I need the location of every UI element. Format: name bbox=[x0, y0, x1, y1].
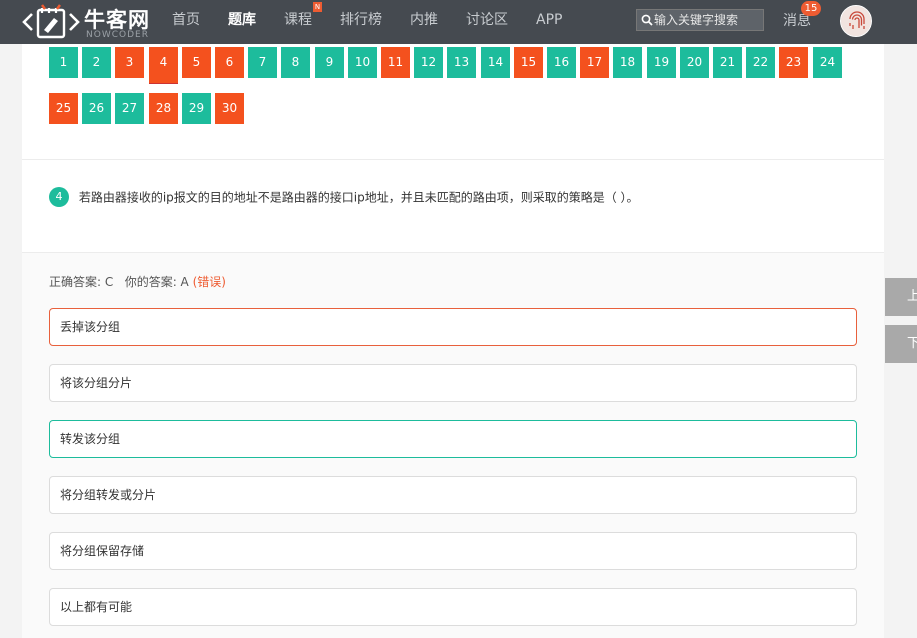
question-number-3[interactable]: 3 bbox=[115, 47, 144, 78]
logo-subtext: NOWCODER bbox=[86, 30, 149, 40]
question-number-26[interactable]: 26 bbox=[82, 93, 111, 124]
nav-referral[interactable]: 内推 bbox=[410, 0, 438, 44]
nav-home[interactable]: 首页 bbox=[172, 0, 200, 44]
avatar[interactable] bbox=[840, 5, 872, 37]
question-number-21[interactable]: 21 bbox=[713, 47, 742, 78]
question-number-27[interactable]: 27 bbox=[115, 93, 144, 124]
question-number-11[interactable]: 11 bbox=[381, 47, 410, 78]
result-status: (错误) bbox=[192, 275, 226, 289]
question-number-28[interactable]: 28 bbox=[149, 93, 178, 124]
question-number-22[interactable]: 22 bbox=[746, 47, 775, 78]
fingerprint-avatar-icon bbox=[841, 6, 871, 36]
question-number-24[interactable]: 24 bbox=[813, 47, 842, 78]
prev-question-button[interactable]: 上 bbox=[885, 278, 917, 316]
correct-answer-label: 正确答案: C bbox=[49, 275, 114, 289]
question-number-9[interactable]: 9 bbox=[315, 47, 344, 78]
question-number-17[interactable]: 17 bbox=[580, 47, 609, 78]
your-answer-label: 你的答案: A bbox=[124, 275, 189, 289]
question-number-23[interactable]: 23 bbox=[779, 47, 808, 78]
question-number-badge: 4 bbox=[49, 187, 69, 207]
nav-question-bank[interactable]: 题库 bbox=[228, 0, 256, 44]
option-f[interactable]: 以上都有可能 bbox=[49, 588, 857, 626]
divider bbox=[22, 159, 884, 160]
nav-ranking[interactable]: 排行榜 bbox=[340, 0, 382, 44]
answer-panel: 正确答案: C 你的答案: A (错误) 丢掉该分组 将该分组分片 转发该分组 … bbox=[22, 252, 884, 638]
site-logo[interactable]: 牛客网 NOWCODER bbox=[22, 2, 162, 42]
question-number-4[interactable]: 4 bbox=[149, 47, 178, 83]
question-text: 若路由器接收的ip报文的目的地址不是路由器的接口ip地址，并且未匹配的路由项，则… bbox=[78, 190, 639, 205]
question-number-7[interactable]: 7 bbox=[248, 47, 277, 78]
main-nav: 首页 题库 课程 N 排行榜 内推 讨论区 APP bbox=[172, 0, 590, 44]
new-badge: N bbox=[313, 2, 322, 12]
search-box[interactable] bbox=[636, 9, 764, 31]
messages-count-badge: 15 bbox=[801, 1, 821, 16]
option-b[interactable]: 将该分组分片 bbox=[49, 364, 857, 402]
question-number-15[interactable]: 15 bbox=[514, 47, 543, 78]
nav-courses-label: 课程 bbox=[284, 12, 312, 28]
question-number-6[interactable]: 6 bbox=[215, 47, 244, 78]
question-number-5[interactable]: 5 bbox=[182, 47, 211, 78]
option-d[interactable]: 将分组转发或分片 bbox=[49, 476, 857, 514]
nav-app[interactable]: APP bbox=[536, 0, 562, 44]
question-card: 1 2 3 4 5 6 7 8 9 10 11 12 13 14 15 16 17 18 19 20 21 22 23 24 2… bbox=[22, 44, 884, 638]
question-number-19[interactable]: 19 bbox=[647, 47, 676, 78]
question-number-18[interactable]: 18 bbox=[613, 47, 642, 78]
nav-courses[interactable]: 课程 N bbox=[284, 0, 322, 44]
question-number-10[interactable]: 10 bbox=[348, 47, 377, 78]
search-icon[interactable] bbox=[641, 14, 653, 26]
nav-discussion[interactable]: 讨论区 bbox=[466, 0, 508, 44]
option-e[interactable]: 将分组保留存储 bbox=[49, 532, 857, 570]
question-number-25[interactable]: 25 bbox=[49, 93, 78, 124]
question-number-14[interactable]: 14 bbox=[481, 47, 510, 78]
question-number-20[interactable]: 20 bbox=[680, 47, 709, 78]
option-a[interactable]: 丢掉该分组 bbox=[49, 308, 857, 346]
search-input[interactable] bbox=[654, 11, 762, 29]
question-number-2[interactable]: 2 bbox=[82, 47, 111, 78]
question-number-1[interactable]: 1 bbox=[49, 47, 78, 78]
answer-summary: 正确答案: C 你的答案: A (错误) bbox=[49, 273, 226, 290]
question-number-16[interactable]: 16 bbox=[547, 47, 576, 78]
question-number-13[interactable]: 13 bbox=[447, 47, 476, 78]
question-number-29[interactable]: 29 bbox=[182, 93, 211, 124]
question-number-8[interactable]: 8 bbox=[281, 47, 310, 78]
top-nav-bar: 牛客网 NOWCODER 首页 题库 课程 N 排行榜 内推 讨论区 APP 消… bbox=[0, 0, 917, 44]
logo-mark-icon bbox=[22, 4, 80, 39]
question-number-30[interactable]: 30 bbox=[215, 93, 244, 124]
next-question-button[interactable]: 下 bbox=[885, 325, 917, 363]
question-stem: 4 若路由器接收的ip报文的目的地址不是路由器的接口ip地址，并且未匹配的路由项… bbox=[49, 187, 859, 207]
option-c[interactable]: 转发该分组 bbox=[49, 420, 857, 458]
question-number-12[interactable]: 12 bbox=[414, 47, 443, 78]
